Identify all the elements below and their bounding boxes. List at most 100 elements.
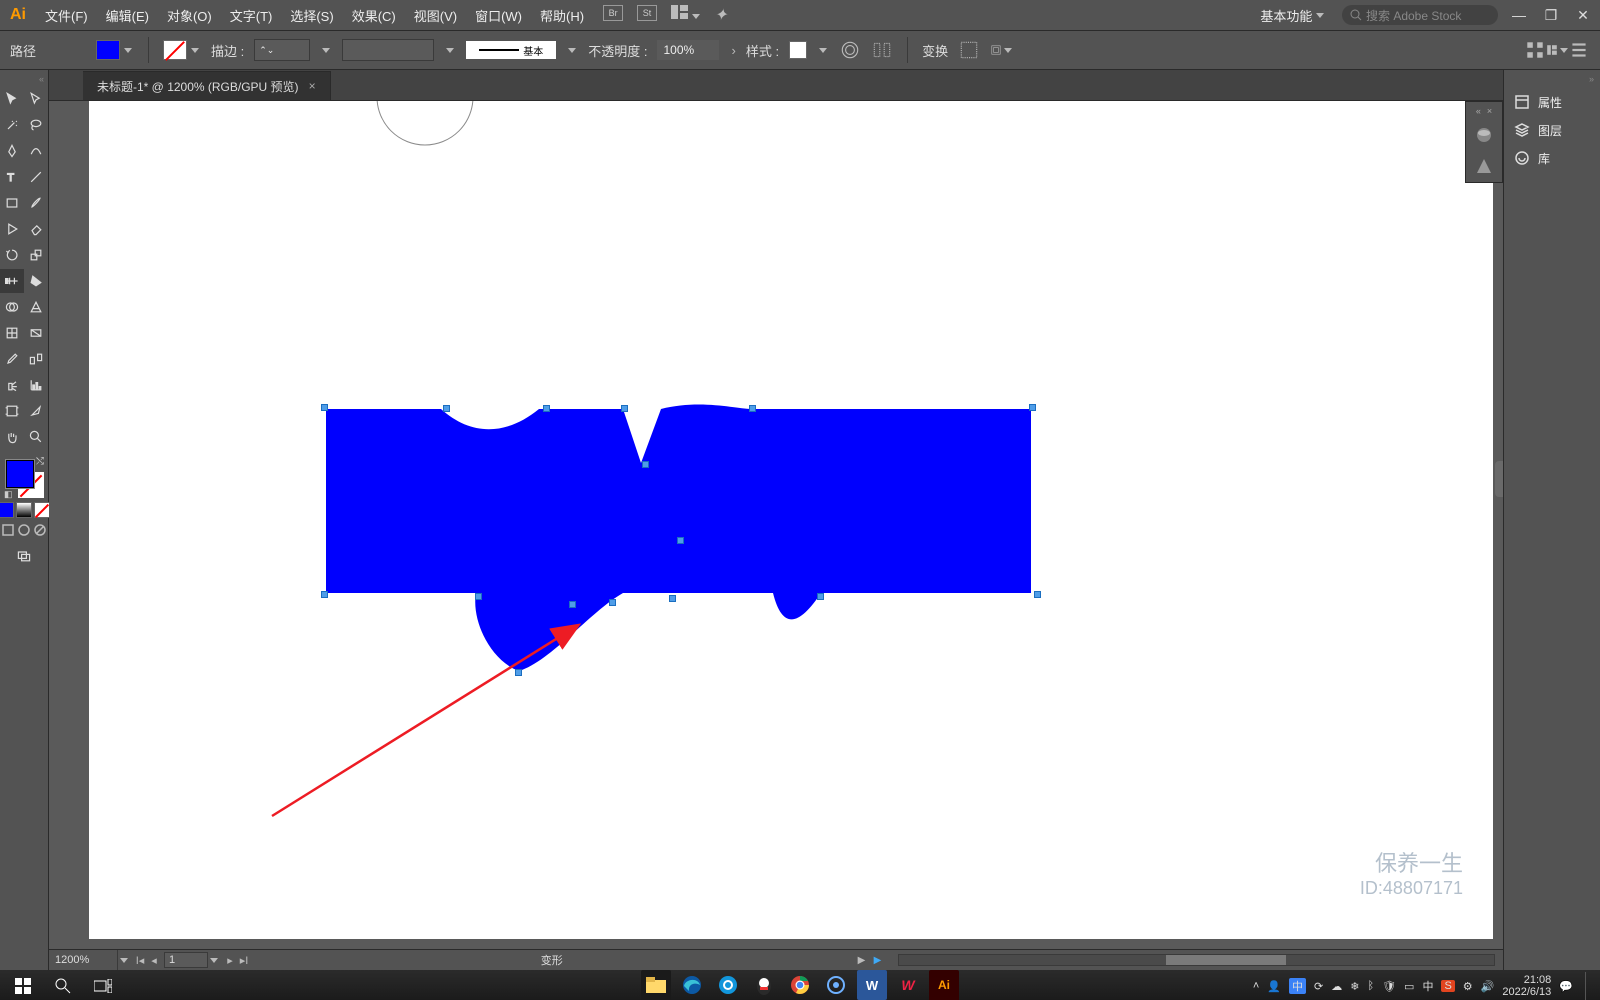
- tray-onedrive-icon[interactable]: ☁: [1331, 980, 1342, 993]
- isolate-icon[interactable]: [990, 39, 1012, 61]
- arrange-icon[interactable]: [1546, 39, 1568, 61]
- graphic-style-swatch[interactable]: [789, 41, 807, 59]
- wps-app[interactable]: W: [893, 970, 923, 1000]
- ime-indicator-2[interactable]: 中: [1422, 978, 1433, 994]
- search-stock-input[interactable]: 搜索 Adobe Stock: [1342, 5, 1498, 25]
- grid-view-icon[interactable]: [1524, 39, 1546, 61]
- color-panel-icon[interactable]: [1475, 126, 1493, 147]
- eyedropper-tool[interactable]: [0, 347, 24, 371]
- window-close-button[interactable]: ✕: [1572, 4, 1594, 26]
- sogou-ime-icon[interactable]: S: [1441, 980, 1454, 992]
- stroke-profile-dropdown[interactable]: [444, 43, 456, 57]
- first-artboard-button[interactable]: I◂: [134, 954, 146, 967]
- fill-dropdown[interactable]: [122, 43, 134, 57]
- prev-artboard-button[interactable]: ◂: [148, 954, 160, 967]
- anchor-handle[interactable]: [669, 595, 676, 602]
- opacity-field[interactable]: 100%: [657, 40, 719, 60]
- recolor-icon[interactable]: [839, 39, 861, 61]
- canvas[interactable]: «× 保养一生 ID:48807171: [49, 101, 1503, 949]
- arc-path-object[interactable]: [367, 101, 487, 157]
- pen-tool[interactable]: [0, 139, 24, 163]
- layers-panel-button[interactable]: 图层: [1504, 116, 1600, 144]
- stroke-profile-field[interactable]: [342, 39, 434, 61]
- color-mode-none[interactable]: [34, 502, 50, 518]
- gpu-icon[interactable]: ✦: [714, 5, 727, 25]
- anchor-handle[interactable]: [609, 599, 616, 606]
- task-view-button[interactable]: [84, 971, 122, 1000]
- menu-edit[interactable]: 编辑(E): [97, 0, 158, 30]
- paintbrush-tool[interactable]: [24, 191, 48, 215]
- chrome-app[interactable]: [785, 970, 815, 1000]
- artboard-dropdown[interactable]: [208, 953, 220, 967]
- tray-expand-icon[interactable]: ˄: [1253, 980, 1259, 992]
- fill-swatch[interactable]: [96, 40, 120, 60]
- show-desktop-button[interactable]: [1585, 972, 1590, 1000]
- anchor-handle[interactable]: [321, 404, 328, 411]
- word-app[interactable]: W: [857, 970, 887, 1000]
- artboard-tool[interactable]: [0, 399, 24, 423]
- menu-help[interactable]: 帮助(H): [531, 0, 593, 30]
- fill-color-indicator[interactable]: [6, 460, 34, 488]
- vertical-scrollbar[interactable]: [1495, 461, 1503, 497]
- brush-dropdown[interactable]: [566, 43, 578, 57]
- color-mode-gradient[interactable]: [16, 502, 32, 518]
- gradient-tool[interactable]: [24, 321, 48, 345]
- fill-stroke-control[interactable]: ⤭ ◧: [4, 458, 44, 498]
- window-minimize-button[interactable]: ―: [1508, 4, 1530, 26]
- style-dropdown[interactable]: [817, 43, 829, 57]
- lasso-tool[interactable]: [24, 113, 48, 137]
- tray-settings-icon[interactable]: ⚙: [1463, 980, 1473, 993]
- edge-app[interactable]: [677, 970, 707, 1000]
- qq-app[interactable]: [749, 970, 779, 1000]
- arrange-docs-icon[interactable]: [671, 5, 700, 25]
- screen-mode-full-icon[interactable]: [17, 523, 31, 537]
- align-icon[interactable]: [871, 39, 893, 61]
- menu-window[interactable]: 窗口(W): [466, 0, 531, 30]
- blend-tool[interactable]: [24, 347, 48, 371]
- next-artboard-button[interactable]: ▸: [224, 954, 236, 967]
- anchor-handle[interactable]: [475, 593, 482, 600]
- selection-tool[interactable]: [0, 87, 24, 111]
- horizontal-scrollbar[interactable]: [898, 954, 1496, 966]
- tab-close-button[interactable]: ×: [309, 79, 316, 93]
- anchor-handle[interactable]: [443, 405, 450, 412]
- bridge-icon[interactable]: Br: [603, 5, 623, 21]
- rectangle-tool[interactable]: [0, 191, 24, 215]
- collapsed-color-panel[interactable]: «×: [1465, 101, 1503, 183]
- tray-weather-icon[interactable]: ❄: [1350, 980, 1359, 993]
- anchor-handle[interactable]: [321, 591, 328, 598]
- swap-fill-stroke-icon[interactable]: ⤭: [36, 456, 44, 467]
- playback-next-icon[interactable]: ▶: [872, 954, 884, 966]
- tray-battery-icon[interactable]: ▭: [1404, 980, 1414, 993]
- list-icon[interactable]: [1568, 39, 1590, 61]
- panel-close-icon[interactable]: ×: [1487, 106, 1492, 116]
- right-panel-collapse-icon[interactable]: »: [1589, 74, 1594, 84]
- symbol-sprayer-tool[interactable]: [0, 373, 24, 397]
- stroke-weight-field[interactable]: ⌃⌄: [254, 39, 310, 61]
- tray-people-icon[interactable]: 👤: [1267, 980, 1281, 993]
- artboard-number-field[interactable]: 1: [164, 952, 208, 968]
- screen-mode-present-icon[interactable]: [33, 523, 47, 537]
- anchor-handle[interactable]: [749, 405, 756, 412]
- panel-collapse-icon[interactable]: «: [1476, 106, 1481, 116]
- file-explorer-app[interactable]: [641, 970, 671, 1000]
- default-fill-stroke-icon[interactable]: ◧: [4, 489, 13, 500]
- start-button[interactable]: [4, 971, 42, 1000]
- tray-sync-icon[interactable]: ⟳: [1314, 980, 1323, 993]
- graph-tool[interactable]: [24, 373, 48, 397]
- free-transform-tool[interactable]: [24, 269, 48, 293]
- menu-object[interactable]: 对象(O): [158, 0, 221, 30]
- stroke-weight-dropdown[interactable]: [320, 43, 332, 57]
- color-guide-icon[interactable]: [1475, 157, 1493, 178]
- change-screen-mode[interactable]: [12, 544, 36, 568]
- document-tab[interactable]: 未标题-1* @ 1200% (RGB/GPU 预览) ×: [83, 71, 331, 100]
- width-tool[interactable]: [0, 269, 24, 293]
- settings-app[interactable]: [821, 970, 851, 1000]
- menu-type[interactable]: 文字(T): [221, 0, 282, 30]
- search-button[interactable]: [44, 971, 82, 1000]
- eraser-tool[interactable]: [24, 217, 48, 241]
- scale-tool[interactable]: [24, 243, 48, 267]
- libraries-panel-button[interactable]: 库: [1504, 144, 1600, 172]
- window-restore-button[interactable]: ❐: [1540, 4, 1562, 26]
- playback-prev-icon[interactable]: ▶: [856, 954, 868, 966]
